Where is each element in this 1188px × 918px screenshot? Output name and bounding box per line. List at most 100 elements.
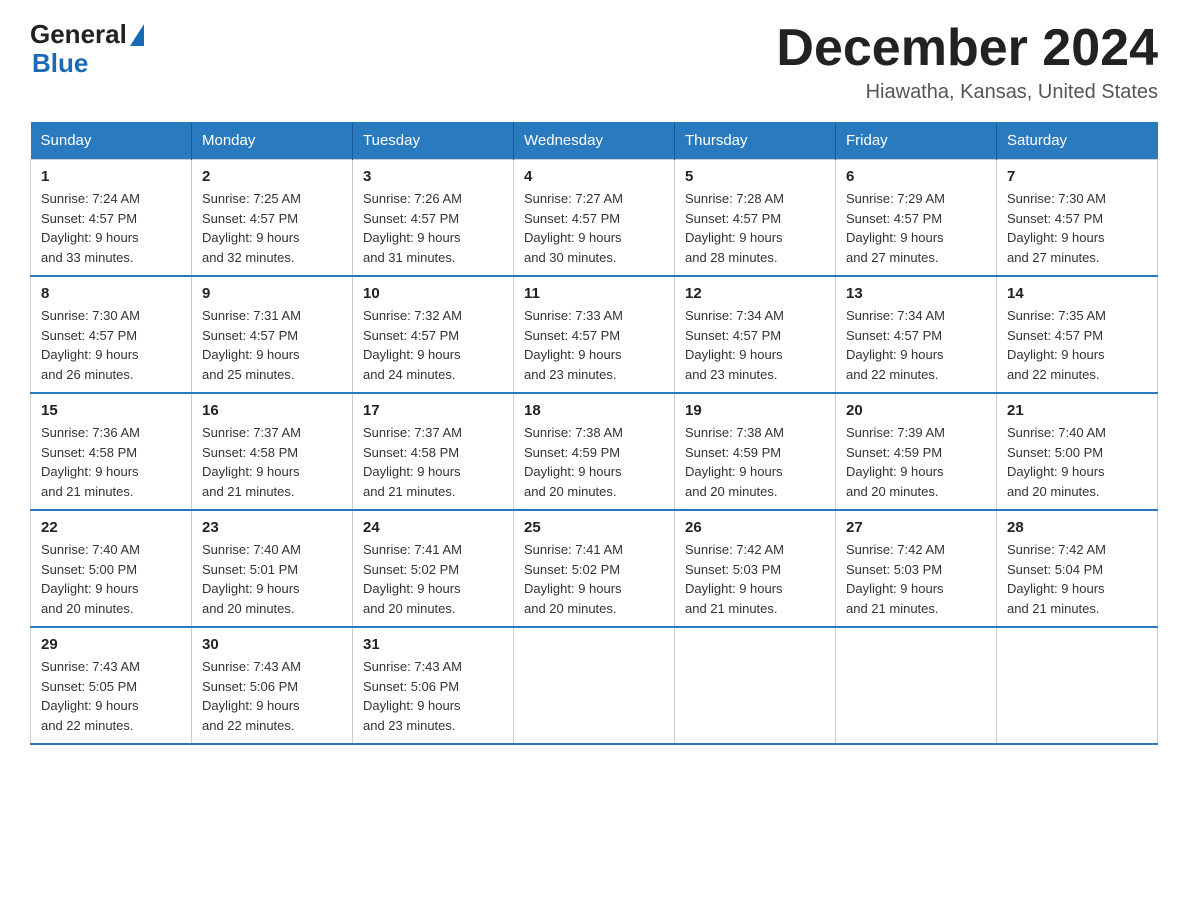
calendar-cell: 17 Sunrise: 7:37 AM Sunset: 4:58 PM Dayl… bbox=[353, 393, 514, 510]
calendar-header: Sunday Monday Tuesday Wednesday Thursday… bbox=[31, 122, 1158, 160]
day-info: Sunrise: 7:27 AM Sunset: 4:57 PM Dayligh… bbox=[524, 189, 664, 267]
location-subtitle: Hiawatha, Kansas, United States bbox=[776, 81, 1158, 104]
calendar-table: Sunday Monday Tuesday Wednesday Thursday… bbox=[30, 122, 1158, 745]
day-number: 21 bbox=[1007, 402, 1147, 419]
title-section: December 2024 Hiawatha, Kansas, United S… bbox=[776, 20, 1158, 104]
calendar-cell: 16 Sunrise: 7:37 AM Sunset: 4:58 PM Dayl… bbox=[192, 393, 353, 510]
logo-blue-text: Blue bbox=[32, 49, 144, 78]
day-number: 17 bbox=[363, 402, 503, 419]
day-number: 28 bbox=[1007, 519, 1147, 536]
day-number: 24 bbox=[363, 519, 503, 536]
calendar-cell: 5 Sunrise: 7:28 AM Sunset: 4:57 PM Dayli… bbox=[675, 160, 836, 277]
day-info: Sunrise: 7:36 AM Sunset: 4:58 PM Dayligh… bbox=[41, 423, 181, 501]
day-info: Sunrise: 7:30 AM Sunset: 4:57 PM Dayligh… bbox=[41, 306, 181, 384]
header-row: Sunday Monday Tuesday Wednesday Thursday… bbox=[31, 122, 1158, 160]
calendar-cell: 28 Sunrise: 7:42 AM Sunset: 5:04 PM Dayl… bbox=[997, 510, 1158, 627]
day-info: Sunrise: 7:39 AM Sunset: 4:59 PM Dayligh… bbox=[846, 423, 986, 501]
day-number: 7 bbox=[1007, 168, 1147, 185]
day-number: 15 bbox=[41, 402, 181, 419]
day-info: Sunrise: 7:38 AM Sunset: 4:59 PM Dayligh… bbox=[524, 423, 664, 501]
header-monday: Monday bbox=[192, 122, 353, 160]
calendar-cell: 22 Sunrise: 7:40 AM Sunset: 5:00 PM Dayl… bbox=[31, 510, 192, 627]
day-number: 20 bbox=[846, 402, 986, 419]
day-info: Sunrise: 7:28 AM Sunset: 4:57 PM Dayligh… bbox=[685, 189, 825, 267]
calendar-cell: 8 Sunrise: 7:30 AM Sunset: 4:57 PM Dayli… bbox=[31, 276, 192, 393]
day-number: 10 bbox=[363, 285, 503, 302]
day-number: 3 bbox=[363, 168, 503, 185]
day-number: 29 bbox=[41, 636, 181, 653]
logo-general-text: General bbox=[30, 20, 127, 49]
day-number: 30 bbox=[202, 636, 342, 653]
day-info: Sunrise: 7:41 AM Sunset: 5:02 PM Dayligh… bbox=[524, 540, 664, 618]
day-info: Sunrise: 7:25 AM Sunset: 4:57 PM Dayligh… bbox=[202, 189, 342, 267]
day-info: Sunrise: 7:38 AM Sunset: 4:59 PM Dayligh… bbox=[685, 423, 825, 501]
calendar-cell bbox=[675, 627, 836, 744]
header-tuesday: Tuesday bbox=[353, 122, 514, 160]
calendar-cell: 9 Sunrise: 7:31 AM Sunset: 4:57 PM Dayli… bbox=[192, 276, 353, 393]
calendar-cell: 19 Sunrise: 7:38 AM Sunset: 4:59 PM Dayl… bbox=[675, 393, 836, 510]
header-friday: Friday bbox=[836, 122, 997, 160]
day-info: Sunrise: 7:40 AM Sunset: 5:00 PM Dayligh… bbox=[41, 540, 181, 618]
calendar-cell: 23 Sunrise: 7:40 AM Sunset: 5:01 PM Dayl… bbox=[192, 510, 353, 627]
calendar-cell: 18 Sunrise: 7:38 AM Sunset: 4:59 PM Dayl… bbox=[514, 393, 675, 510]
day-number: 14 bbox=[1007, 285, 1147, 302]
day-number: 4 bbox=[524, 168, 664, 185]
calendar-cell: 27 Sunrise: 7:42 AM Sunset: 5:03 PM Dayl… bbox=[836, 510, 997, 627]
calendar-week-row: 15 Sunrise: 7:36 AM Sunset: 4:58 PM Dayl… bbox=[31, 393, 1158, 510]
day-number: 16 bbox=[202, 402, 342, 419]
calendar-week-row: 22 Sunrise: 7:40 AM Sunset: 5:00 PM Dayl… bbox=[31, 510, 1158, 627]
day-info: Sunrise: 7:42 AM Sunset: 5:04 PM Dayligh… bbox=[1007, 540, 1147, 618]
day-number: 23 bbox=[202, 519, 342, 536]
day-info: Sunrise: 7:34 AM Sunset: 4:57 PM Dayligh… bbox=[846, 306, 986, 384]
day-info: Sunrise: 7:43 AM Sunset: 5:06 PM Dayligh… bbox=[363, 657, 503, 735]
header-sunday: Sunday bbox=[31, 122, 192, 160]
calendar-cell: 7 Sunrise: 7:30 AM Sunset: 4:57 PM Dayli… bbox=[997, 160, 1158, 277]
calendar-cell: 26 Sunrise: 7:42 AM Sunset: 5:03 PM Dayl… bbox=[675, 510, 836, 627]
calendar-cell: 21 Sunrise: 7:40 AM Sunset: 5:00 PM Dayl… bbox=[997, 393, 1158, 510]
calendar-week-row: 1 Sunrise: 7:24 AM Sunset: 4:57 PM Dayli… bbox=[31, 160, 1158, 277]
header-wednesday: Wednesday bbox=[514, 122, 675, 160]
calendar-cell: 24 Sunrise: 7:41 AM Sunset: 5:02 PM Dayl… bbox=[353, 510, 514, 627]
day-info: Sunrise: 7:41 AM Sunset: 5:02 PM Dayligh… bbox=[363, 540, 503, 618]
day-number: 1 bbox=[41, 168, 181, 185]
day-info: Sunrise: 7:24 AM Sunset: 4:57 PM Dayligh… bbox=[41, 189, 181, 267]
day-number: 9 bbox=[202, 285, 342, 302]
calendar-cell: 29 Sunrise: 7:43 AM Sunset: 5:05 PM Dayl… bbox=[31, 627, 192, 744]
day-number: 2 bbox=[202, 168, 342, 185]
calendar-cell: 4 Sunrise: 7:27 AM Sunset: 4:57 PM Dayli… bbox=[514, 160, 675, 277]
calendar-cell: 31 Sunrise: 7:43 AM Sunset: 5:06 PM Dayl… bbox=[353, 627, 514, 744]
calendar-cell: 1 Sunrise: 7:24 AM Sunset: 4:57 PM Dayli… bbox=[31, 160, 192, 277]
calendar-cell: 25 Sunrise: 7:41 AM Sunset: 5:02 PM Dayl… bbox=[514, 510, 675, 627]
day-info: Sunrise: 7:40 AM Sunset: 5:00 PM Dayligh… bbox=[1007, 423, 1147, 501]
day-info: Sunrise: 7:42 AM Sunset: 5:03 PM Dayligh… bbox=[685, 540, 825, 618]
day-number: 13 bbox=[846, 285, 986, 302]
page-header: General Blue December 2024 Hiawatha, Kan… bbox=[30, 20, 1158, 104]
day-number: 12 bbox=[685, 285, 825, 302]
calendar-cell: 11 Sunrise: 7:33 AM Sunset: 4:57 PM Dayl… bbox=[514, 276, 675, 393]
calendar-cell: 3 Sunrise: 7:26 AM Sunset: 4:57 PM Dayli… bbox=[353, 160, 514, 277]
day-number: 22 bbox=[41, 519, 181, 536]
day-info: Sunrise: 7:43 AM Sunset: 5:05 PM Dayligh… bbox=[41, 657, 181, 735]
day-info: Sunrise: 7:37 AM Sunset: 4:58 PM Dayligh… bbox=[363, 423, 503, 501]
day-number: 27 bbox=[846, 519, 986, 536]
header-saturday: Saturday bbox=[997, 122, 1158, 160]
calendar-cell: 20 Sunrise: 7:39 AM Sunset: 4:59 PM Dayl… bbox=[836, 393, 997, 510]
calendar-cell: 15 Sunrise: 7:36 AM Sunset: 4:58 PM Dayl… bbox=[31, 393, 192, 510]
day-number: 6 bbox=[846, 168, 986, 185]
day-info: Sunrise: 7:26 AM Sunset: 4:57 PM Dayligh… bbox=[363, 189, 503, 267]
calendar-week-row: 29 Sunrise: 7:43 AM Sunset: 5:05 PM Dayl… bbox=[31, 627, 1158, 744]
day-number: 8 bbox=[41, 285, 181, 302]
day-number: 31 bbox=[363, 636, 503, 653]
calendar-cell bbox=[997, 627, 1158, 744]
calendar-cell: 12 Sunrise: 7:34 AM Sunset: 4:57 PM Dayl… bbox=[675, 276, 836, 393]
day-info: Sunrise: 7:37 AM Sunset: 4:58 PM Dayligh… bbox=[202, 423, 342, 501]
calendar-cell: 10 Sunrise: 7:32 AM Sunset: 4:57 PM Dayl… bbox=[353, 276, 514, 393]
calendar-body: 1 Sunrise: 7:24 AM Sunset: 4:57 PM Dayli… bbox=[31, 160, 1158, 745]
calendar-cell: 30 Sunrise: 7:43 AM Sunset: 5:06 PM Dayl… bbox=[192, 627, 353, 744]
calendar-cell: 14 Sunrise: 7:35 AM Sunset: 4:57 PM Dayl… bbox=[997, 276, 1158, 393]
day-number: 11 bbox=[524, 285, 664, 302]
day-info: Sunrise: 7:33 AM Sunset: 4:57 PM Dayligh… bbox=[524, 306, 664, 384]
calendar-cell: 13 Sunrise: 7:34 AM Sunset: 4:57 PM Dayl… bbox=[836, 276, 997, 393]
calendar-cell bbox=[514, 627, 675, 744]
day-number: 18 bbox=[524, 402, 664, 419]
